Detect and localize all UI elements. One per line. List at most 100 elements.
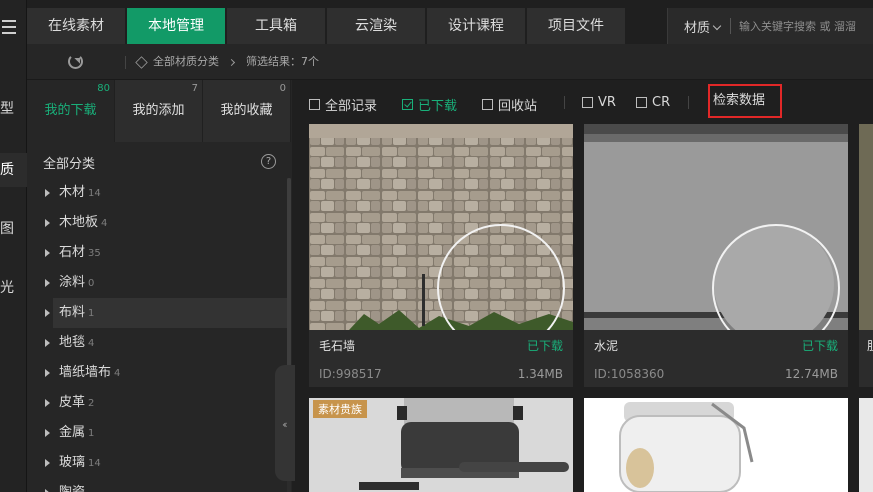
rail-item-image[interactable]: 图 (0, 212, 27, 246)
glass-jar-image (584, 398, 848, 492)
caret-right-icon (45, 339, 50, 347)
tab-my-favorites[interactable]: 0 我的收藏 (203, 80, 291, 142)
category-item[interactable]: 布料 1 (45, 298, 287, 328)
category-label: 墙纸墙布 (59, 365, 112, 380)
filter-bar: 全部记录 已下载 回收站 VR CR 检索数据 (300, 80, 873, 124)
tab-label: 我的收藏 (220, 103, 273, 118)
category-count: 1 (88, 308, 95, 319)
category-count: 4 (114, 368, 121, 379)
category-item[interactable]: 石材 35 (27, 238, 287, 268)
caret-right-icon (45, 429, 50, 437)
material-thumbnail[interactable] (309, 124, 573, 330)
tab-project-files[interactable]: 项目文件 (527, 8, 627, 44)
tab-online-assets[interactable]: 在线素材 (27, 8, 127, 44)
category-item[interactable]: 地毯 4 (27, 328, 287, 358)
category-label: 木地板 (59, 215, 99, 230)
breadcrumb-root[interactable]: 全部材质分类 (153, 44, 219, 80)
material-card[interactable] (859, 398, 873, 492)
tab-design-courses[interactable]: 设计课程 (427, 8, 527, 44)
material-card[interactable]: 素材贵族 (309, 398, 573, 492)
filter-downloaded[interactable]: 已下载 (402, 95, 457, 114)
category-label: 玻璃 (59, 455, 86, 470)
rail-item-material[interactable]: 质 (0, 153, 27, 187)
category-item[interactable]: 金属 1 (27, 418, 287, 448)
rail-item-light[interactable]: 光 (0, 271, 27, 305)
category-count: 4 (101, 218, 108, 229)
category-item[interactable]: 玻璃 14 (27, 448, 287, 478)
caret-right-icon (45, 459, 50, 467)
menu-icon[interactable] (2, 20, 16, 34)
category-count: 14 (88, 188, 101, 199)
caret-right-icon (45, 309, 50, 317)
filter-label: VR (598, 95, 616, 110)
material-name: 水泥 (594, 339, 619, 353)
category-count: 4 (88, 338, 95, 349)
collapse-sidebar-handle[interactable]: ‹‹ (275, 365, 295, 481)
caret-right-icon (45, 279, 50, 287)
file-size: 12.74MB (785, 367, 838, 381)
tab-my-downloads[interactable]: 80 我的下载 (27, 80, 115, 142)
search-type-select[interactable]: 材质 (668, 17, 730, 36)
category-item[interactable]: 木地板 4 (27, 208, 287, 238)
tab-label: 我的下载 (44, 103, 97, 118)
tab-count: 0 (279, 83, 286, 94)
tab-my-additions[interactable]: 7 我的添加 (115, 80, 203, 142)
premium-badge: 素材贵族 (313, 400, 367, 418)
material-card[interactable]: 胆 (859, 124, 873, 387)
refresh-icon[interactable] (68, 54, 83, 69)
search-input[interactable] (739, 19, 867, 33)
caret-right-icon (45, 189, 50, 197)
search-bar: 材质 (667, 8, 873, 44)
category-item[interactable]: 涂料 0 (27, 268, 287, 298)
toolbar-row: 全部材质分类 筛选结果：7个 (27, 44, 873, 80)
category-item[interactable]: 皮革 2 (27, 388, 287, 418)
material-name: 胆 (867, 337, 873, 354)
download-status: 已下载 (526, 339, 563, 353)
tab-count: 80 (97, 83, 110, 94)
search-divider (730, 18, 731, 34)
caret-right-icon (45, 249, 50, 257)
tab-local-management[interactable]: 本地管理 (127, 8, 227, 44)
tab-cloud-render[interactable]: 云渲染 (327, 8, 427, 44)
filter-all-records[interactable]: 全部记录 (309, 95, 377, 114)
filter-label: 已下载 (418, 99, 458, 114)
download-status: 已下载 (801, 339, 838, 353)
filter-recycle-bin[interactable]: 回收站 (482, 95, 537, 114)
scrollbar-thumb[interactable] (287, 178, 291, 378)
filter-vr[interactable]: VR (582, 95, 616, 110)
top-nav: 在线素材 本地管理 工具箱 云渲染 设计课程 项目文件 (27, 8, 627, 44)
category-label: 布料 (59, 305, 86, 320)
category-item[interactable]: 木材 14 (27, 178, 287, 208)
category-item[interactable]: 陶瓷 (27, 478, 287, 492)
category-title[interactable]: 全部分类 (43, 153, 95, 172)
material-thumbnail[interactable] (859, 124, 873, 330)
category-label: 陶瓷 (59, 485, 85, 492)
chevron-right-icon (227, 58, 236, 66)
material-id: ID:998517 (319, 367, 382, 381)
tab-toolbox[interactable]: 工具箱 (227, 8, 327, 44)
material-card[interactable] (584, 398, 848, 492)
chevron-down-icon (712, 21, 722, 30)
caret-right-icon (45, 219, 50, 227)
filter-label: 全部记录 (325, 99, 378, 114)
material-card[interactable]: 水泥 已下载 ID:1058360 12.74MB (584, 124, 848, 387)
search-data-button[interactable]: 检索数据 (708, 84, 782, 118)
category-list: 木材 14 木地板 4 石材 35 涂料 0 布料 1 地毯 4 墙纸墙布 4 皮革 2 金属 1… (27, 178, 287, 492)
category-label: 地毯 (59, 335, 86, 350)
rail-item-model[interactable]: 型 (0, 92, 27, 126)
help-icon[interactable]: ? (261, 154, 276, 169)
category-item[interactable]: 墙纸墙布 4 (27, 358, 287, 388)
material-thumbnail[interactable] (584, 124, 848, 330)
filter-cr[interactable]: CR (636, 95, 670, 110)
material-card[interactable]: 毛石墙 已下载 ID:998517 1.34MB (309, 124, 573, 387)
category-sidebar: 80 我的下载 7 我的添加 0 我的收藏 全部分类 ? 木材 14 木地板 4 石… (27, 80, 292, 492)
cube-icon (135, 55, 148, 69)
category-label: 涂料 (59, 275, 86, 290)
sidebar-tabs: 80 我的下载 7 我的添加 0 我的收藏 (27, 80, 292, 142)
left-rail: 型 质 图 光 (0, 0, 27, 492)
category-count: 1 (88, 428, 95, 439)
caret-right-icon (45, 369, 50, 377)
filter-divider (688, 96, 689, 109)
category-count: 35 (88, 248, 101, 259)
double-chevron-left-icon: ‹‹ (282, 418, 288, 431)
